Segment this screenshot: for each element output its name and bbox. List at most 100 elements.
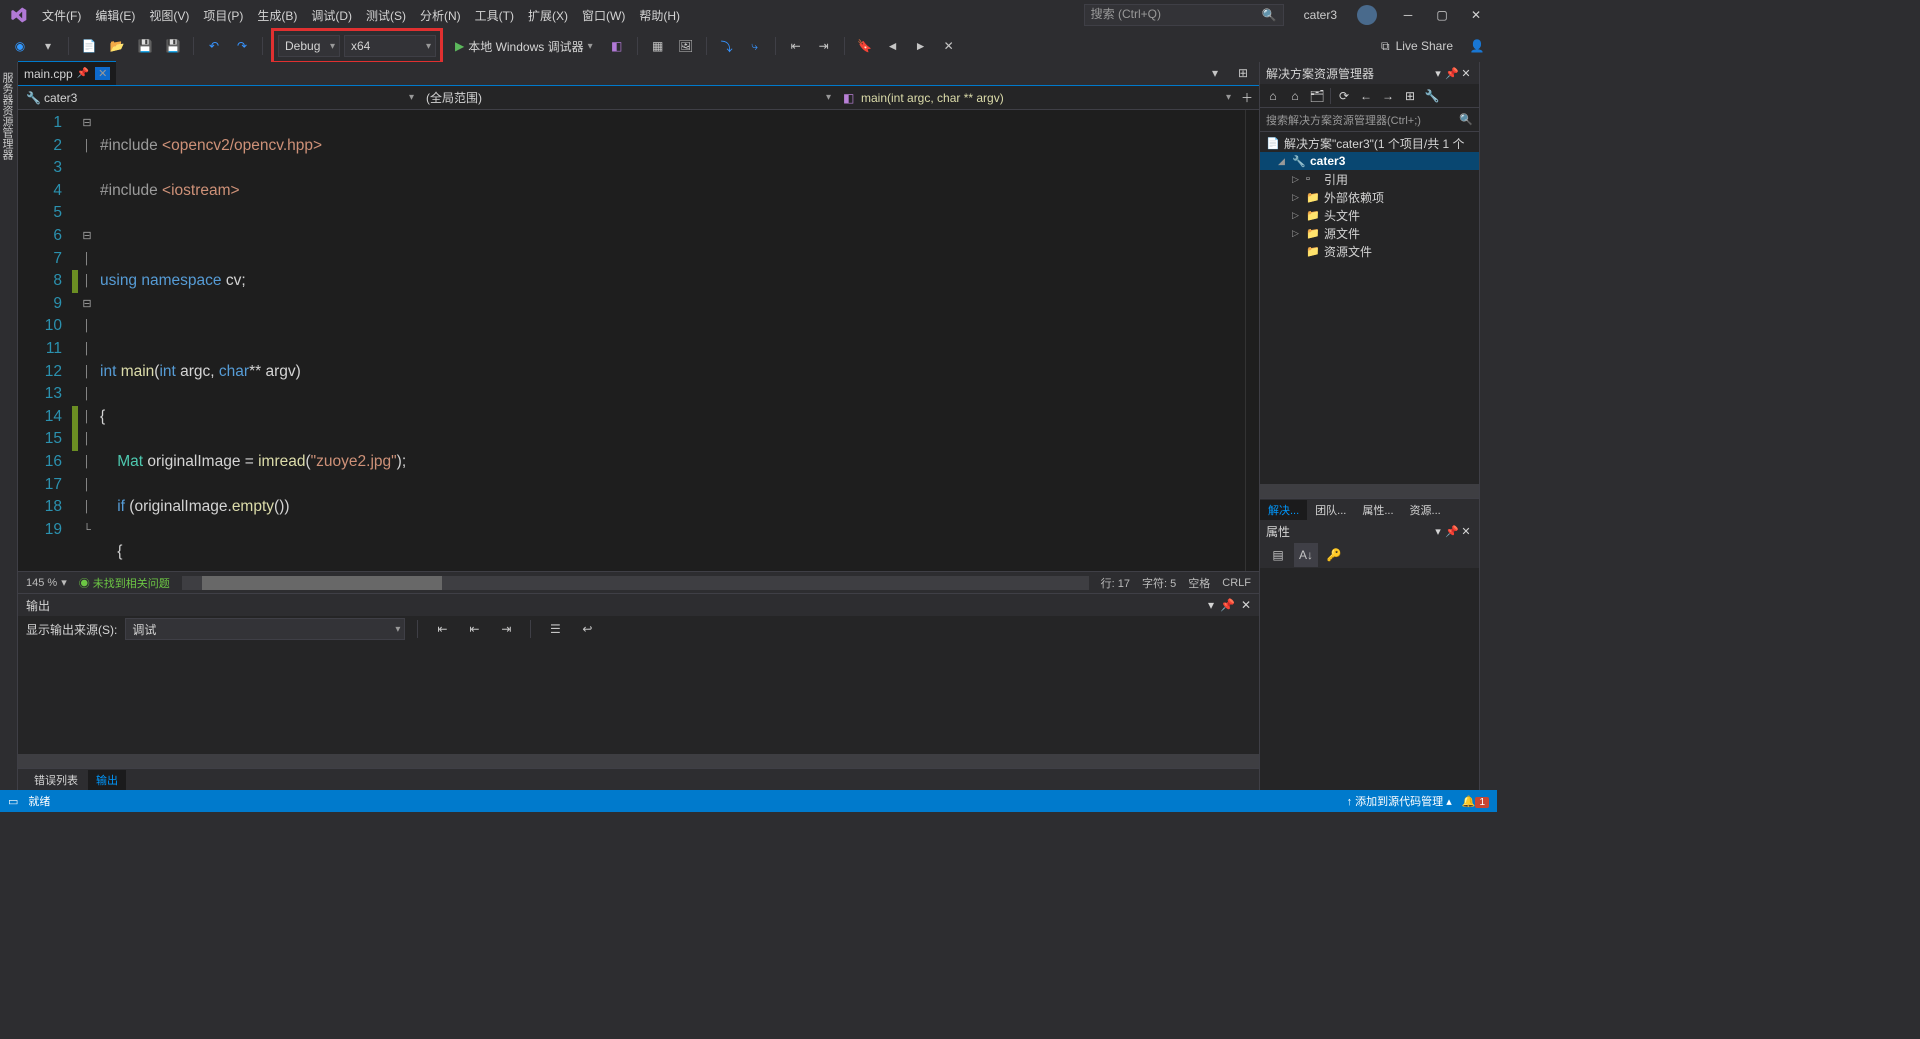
tab-team[interactable]: 团队... (1307, 500, 1354, 520)
se-fwd-icon[interactable]: → (1379, 87, 1397, 105)
indent-right-icon[interactable]: ⇥ (812, 34, 836, 58)
platform-dropdown[interactable]: x64 (344, 35, 436, 57)
feedback-icon[interactable]: 👤 (1465, 34, 1489, 58)
notifications-button[interactable]: 🔔1 (1462, 795, 1489, 808)
bookmark-prev-icon[interactable]: ◄ (881, 34, 905, 58)
code-editor[interactable]: 12345678910111213141516171819 ⊟│⊟││⊟││││… (18, 110, 1259, 571)
props-events-icon[interactable]: 🔑 (1322, 543, 1346, 567)
tab-resource-view[interactable]: 资源... (1402, 500, 1449, 520)
tab-properties[interactable]: 属性... (1354, 500, 1401, 520)
menu-window[interactable]: 窗口(W) (576, 3, 631, 28)
menu-file[interactable]: 文件(F) (36, 3, 87, 28)
error-list-tab[interactable]: 错误列表 (26, 770, 86, 790)
zoom-dropdown[interactable]: 145 % ▾ (26, 576, 67, 589)
project-node[interactable]: ◢🔧cater3 (1260, 152, 1479, 170)
tab-close-icon[interactable]: ✕ (95, 67, 110, 80)
nav-project-dropdown[interactable]: 🔧 cater3 (18, 87, 418, 109)
nav-function-dropdown[interactable]: ◧ main(int argc, char ** argv) (835, 87, 1235, 109)
nav-scope-dropdown[interactable]: (全局范围) (418, 87, 835, 109)
fold-column[interactable]: ⊟│⊟││⊟│││││││││└ (78, 110, 96, 571)
se-showall-icon[interactable]: ⊞ (1401, 87, 1419, 105)
panel-menu-icon[interactable]: ▾ (1431, 67, 1445, 80)
menu-test[interactable]: 测试(S) (360, 3, 412, 28)
minimap[interactable] (1245, 110, 1259, 571)
output-goto-icon[interactable]: ⇤ (430, 617, 454, 641)
external-deps-node[interactable]: ▷📁外部依赖项 (1260, 188, 1479, 206)
se-home-icon[interactable]: ⌂ (1264, 87, 1282, 105)
output-wrap-icon[interactable]: ↩ (575, 617, 599, 641)
menu-extensions[interactable]: 扩展(X) (522, 3, 574, 28)
user-avatar-icon[interactable] (1357, 5, 1377, 25)
panel-close-icon[interactable]: ✕ (1459, 67, 1473, 80)
menu-project[interactable]: 项目(P) (197, 3, 249, 28)
references-node[interactable]: ▷▫引用 (1260, 170, 1479, 188)
tab-overflow-icon[interactable]: ▾ (1203, 61, 1227, 85)
output-tab[interactable]: 输出 (88, 770, 126, 790)
issues-indicator[interactable]: ◉ 未找到相关问题 (79, 575, 170, 591)
props-menu-icon[interactable]: ▾ (1431, 525, 1445, 538)
sources-node[interactable]: ▷📁源文件 (1260, 224, 1479, 242)
nav-back-icon[interactable]: ◉ (8, 34, 32, 58)
server-explorer-tab[interactable]: 服务器资源管理器 (0, 66, 17, 786)
start-debug-button[interactable]: ▶ 本地 Windows 调试器 ▾ (447, 35, 601, 57)
minimize-button[interactable]: ─ (1395, 5, 1421, 25)
menu-tools[interactable]: 工具(T) (469, 3, 520, 28)
nav-add-icon[interactable]: ＋ (1235, 86, 1259, 110)
props-alpha-icon[interactable]: A↓ (1294, 543, 1318, 567)
output-source-dropdown[interactable]: 调试 (125, 618, 405, 640)
close-button[interactable]: ✕ (1463, 5, 1489, 25)
app-icon[interactable]: ◧ (605, 34, 629, 58)
props-pin-icon[interactable]: 📌 (1445, 525, 1459, 538)
se-sync-icon[interactable]: 🗂 (1308, 87, 1326, 105)
file-tab-main[interactable]: main.cpp 📌 ✕ (18, 61, 116, 85)
menu-debug[interactable]: 调试(D) (305, 3, 358, 28)
props-close-icon[interactable]: ✕ (1459, 525, 1473, 538)
props-categorized-icon[interactable]: ▤ (1266, 543, 1290, 567)
output-close-icon[interactable]: ✕ (1241, 598, 1251, 612)
pin-icon[interactable]: 📌 (77, 68, 89, 79)
output-pin-icon[interactable]: 📌 (1220, 598, 1235, 612)
solution-root[interactable]: 📄解决方案"cater3"(1 个项目/共 1 个 (1260, 134, 1479, 152)
source-control-button[interactable]: ↑ 添加到源代码管理 ▴ (1347, 793, 1452, 809)
solution-search-input[interactable]: 搜索解决方案资源管理器(Ctrl+;) 🔍 (1260, 108, 1479, 132)
menu-view[interactable]: 视图(V) (143, 3, 195, 28)
solution-hscroll[interactable] (1260, 484, 1479, 498)
output-dropdown-icon[interactable]: ▾ (1208, 598, 1214, 612)
indent-left-icon[interactable]: ⇤ (784, 34, 808, 58)
menu-build[interactable]: 生成(B) (251, 3, 303, 28)
new-item-icon[interactable]: 📄 (77, 34, 101, 58)
quick-search-input[interactable]: 搜索 (Ctrl+Q) 🔍 (1084, 4, 1284, 26)
output-body[interactable] (18, 642, 1259, 754)
output-clear-icon[interactable]: ☰ (543, 617, 567, 641)
toolbox-icon[interactable]: ▦ (646, 34, 670, 58)
code-body[interactable]: #include <opencv2/opencv.hpp> #include <… (96, 110, 1245, 571)
nav-fwd-icon[interactable]: ▾ (36, 34, 60, 58)
horizontal-scrollbar[interactable] (182, 576, 1089, 590)
bookmark-clear-icon[interactable]: ✕ (937, 34, 961, 58)
eol-indicator[interactable]: CRLF (1222, 577, 1251, 589)
config-dropdown[interactable]: Debug (278, 35, 340, 57)
live-share-button[interactable]: ⧉ Live Share (1373, 39, 1461, 54)
se-refresh-icon[interactable]: ⟳ (1335, 87, 1353, 105)
se-home2-icon[interactable]: ⌂ (1286, 87, 1304, 105)
bookmark-next-icon[interactable]: ► (909, 34, 933, 58)
properties-body[interactable] (1260, 568, 1479, 790)
menu-help[interactable]: 帮助(H) (633, 3, 686, 28)
user-name[interactable]: cater3 (1304, 8, 1337, 22)
redo-icon[interactable]: ↷ (230, 34, 254, 58)
solution-explorer-icon[interactable]: ⊞ (1231, 61, 1255, 85)
output-scrollbar[interactable] (18, 754, 1259, 768)
step-into-icon[interactable]: ⤷ (743, 34, 767, 58)
undo-icon[interactable]: ↶ (202, 34, 226, 58)
output-prev-icon[interactable]: ⇤ (462, 617, 486, 641)
menu-analyze[interactable]: 分析(N) (414, 3, 467, 28)
picture-icon[interactable]: 🖼 (674, 34, 698, 58)
step-over-icon[interactable]: ⤵ (715, 34, 739, 58)
ins-indicator[interactable]: 空格 (1188, 575, 1210, 591)
output-next-icon[interactable]: ⇥ (494, 617, 518, 641)
panel-pin-icon[interactable]: 📌 (1445, 67, 1459, 80)
line-indicator[interactable]: 行: 17 (1101, 575, 1130, 591)
tab-solution[interactable]: 解决... (1260, 500, 1307, 520)
headers-node[interactable]: ▷📁头文件 (1260, 206, 1479, 224)
menu-edit[interactable]: 编辑(E) (89, 3, 141, 28)
